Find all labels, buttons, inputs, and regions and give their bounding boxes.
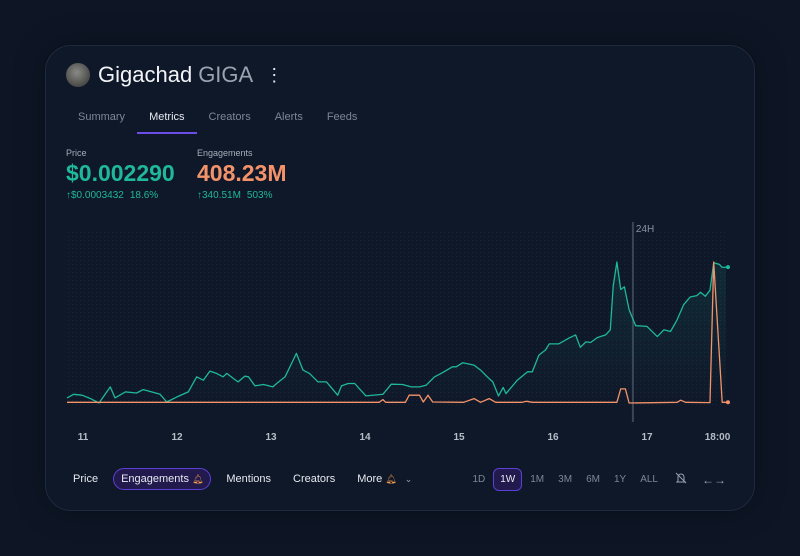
time-range-selector: 1D 1W 1M 3M 6M 1Y ALL ←→ xyxy=(464,468,726,491)
range-1m[interactable]: 1M xyxy=(524,469,550,490)
metric-engagements-button[interactable]: Engagements🔔︎ xyxy=(113,468,211,490)
24h-marker-label: 24H xyxy=(636,224,654,235)
range-1y[interactable]: 1Y xyxy=(608,469,632,490)
range-1w[interactable]: 1W xyxy=(493,468,522,491)
range-6m[interactable]: 6M xyxy=(580,469,606,490)
bell-icon: 🔔︎ xyxy=(192,474,203,484)
metric-price-button[interactable]: Price xyxy=(66,469,105,489)
x-tick-label: 14 xyxy=(359,432,371,443)
metric-mentions-button[interactable]: Mentions xyxy=(219,469,278,489)
range-all[interactable]: ALL xyxy=(634,469,664,490)
range-3m[interactable]: 3M xyxy=(552,469,578,490)
bell-off-icon[interactable] xyxy=(674,471,688,488)
x-tick-label: 13 xyxy=(265,432,277,443)
metric-creators-button[interactable]: Creators xyxy=(286,469,342,489)
price-endpoint xyxy=(726,265,730,269)
metric-selector: Price Engagements🔔︎ Mentions Creators Mo… xyxy=(66,468,427,490)
bell-icon: 🔔︎ xyxy=(385,474,396,484)
x-tick-label: 12 xyxy=(171,432,183,443)
more-metrics-dropdown[interactable]: More🔔︎ ⌄ xyxy=(350,469,419,489)
engagements-button-label: Engagements xyxy=(121,473,189,485)
engagements-endpoint xyxy=(726,400,730,404)
x-tick-label: 16 xyxy=(547,432,559,443)
arrows-horizontal-icon[interactable]: ←→ xyxy=(702,473,726,487)
more-label: More xyxy=(357,473,382,485)
x-tick-label: 17 xyxy=(641,432,653,443)
x-tick-label: 15 xyxy=(453,432,465,443)
x-tick-label: 18:00 xyxy=(705,432,731,443)
x-tick-label: 11 xyxy=(78,432,89,443)
chevron-down-icon: ⌄ xyxy=(405,474,413,484)
range-1d[interactable]: 1D xyxy=(466,469,491,490)
